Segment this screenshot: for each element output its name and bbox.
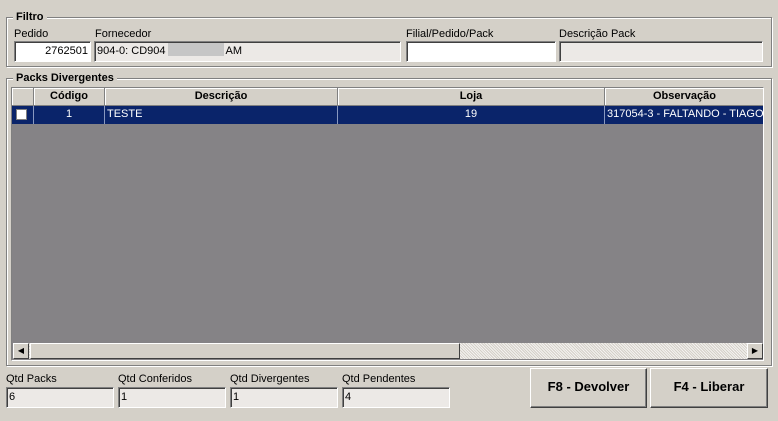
column-header-select[interactable] — [12, 88, 34, 106]
devolver-button[interactable]: F8 - Devolver — [530, 368, 647, 408]
qtd-packs-label: Qtd Packs — [6, 373, 57, 385]
qtd-conferidos-label: Qtd Conferidos — [118, 373, 192, 385]
qtd-packs-field: 6 — [6, 387, 114, 408]
qtd-pendentes-field: 4 — [342, 387, 450, 408]
qtd-divergentes-label: Qtd Divergentes — [230, 373, 310, 385]
table-row[interactable]: 1 TESTE 19 317054-3 - FALTANDO - TIAGO — [12, 106, 763, 124]
packs-grid[interactable]: Código Descrição Loja Observação 1 TESTE… — [11, 87, 764, 361]
qtd-conferidos-field: 1 — [118, 387, 226, 408]
scrollbar-thumb[interactable] — [30, 343, 460, 359]
column-header-loja[interactable]: Loja — [338, 88, 605, 106]
column-header-codigo[interactable]: Código — [34, 88, 105, 106]
cell-codigo: 1 — [34, 106, 105, 124]
fornecedor-prefix: 904-0: CD904 — [97, 45, 166, 57]
scroll-left-icon[interactable]: ◀ — [13, 343, 29, 359]
row-checkbox[interactable] — [16, 109, 27, 120]
filial-pedido-pack-input[interactable] — [406, 41, 556, 62]
liberar-button[interactable]: F4 - Liberar — [650, 368, 768, 408]
fornecedor-field: 904-0: CD904 AM — [94, 41, 401, 62]
qtd-pendentes-label: Qtd Pendentes — [342, 373, 416, 385]
descricao-pack-label: Descrição Pack — [559, 28, 636, 40]
qtd-divergentes-field: 1 — [230, 387, 338, 408]
horizontal-scrollbar[interactable]: ◀ ▶ — [13, 343, 763, 359]
fornecedor-label: Fornecedor — [95, 28, 152, 40]
packs-divergentes-title: Packs Divergentes — [13, 71, 117, 85]
filtro-title: Filtro — [13, 10, 47, 24]
cell-descricao: TESTE — [105, 106, 338, 124]
column-header-descricao[interactable]: Descrição — [105, 88, 338, 106]
redacted-mask — [167, 43, 224, 56]
cell-loja: 19 — [338, 106, 605, 124]
pedido-label: Pedido — [14, 28, 49, 40]
filial-pedido-pack-label: Filial/Pedido/Pack — [406, 28, 494, 40]
descricao-pack-field — [559, 41, 763, 62]
column-header-observacao[interactable]: Observação — [605, 88, 763, 106]
scroll-right-icon[interactable]: ▶ — [747, 343, 763, 359]
row-select-cell[interactable] — [12, 106, 34, 124]
pedido-input[interactable]: 2762501 — [14, 41, 91, 62]
fornecedor-suffix: AM — [225, 45, 243, 57]
cell-observacao: 317054-3 - FALTANDO - TIAGO — [607, 108, 764, 120]
